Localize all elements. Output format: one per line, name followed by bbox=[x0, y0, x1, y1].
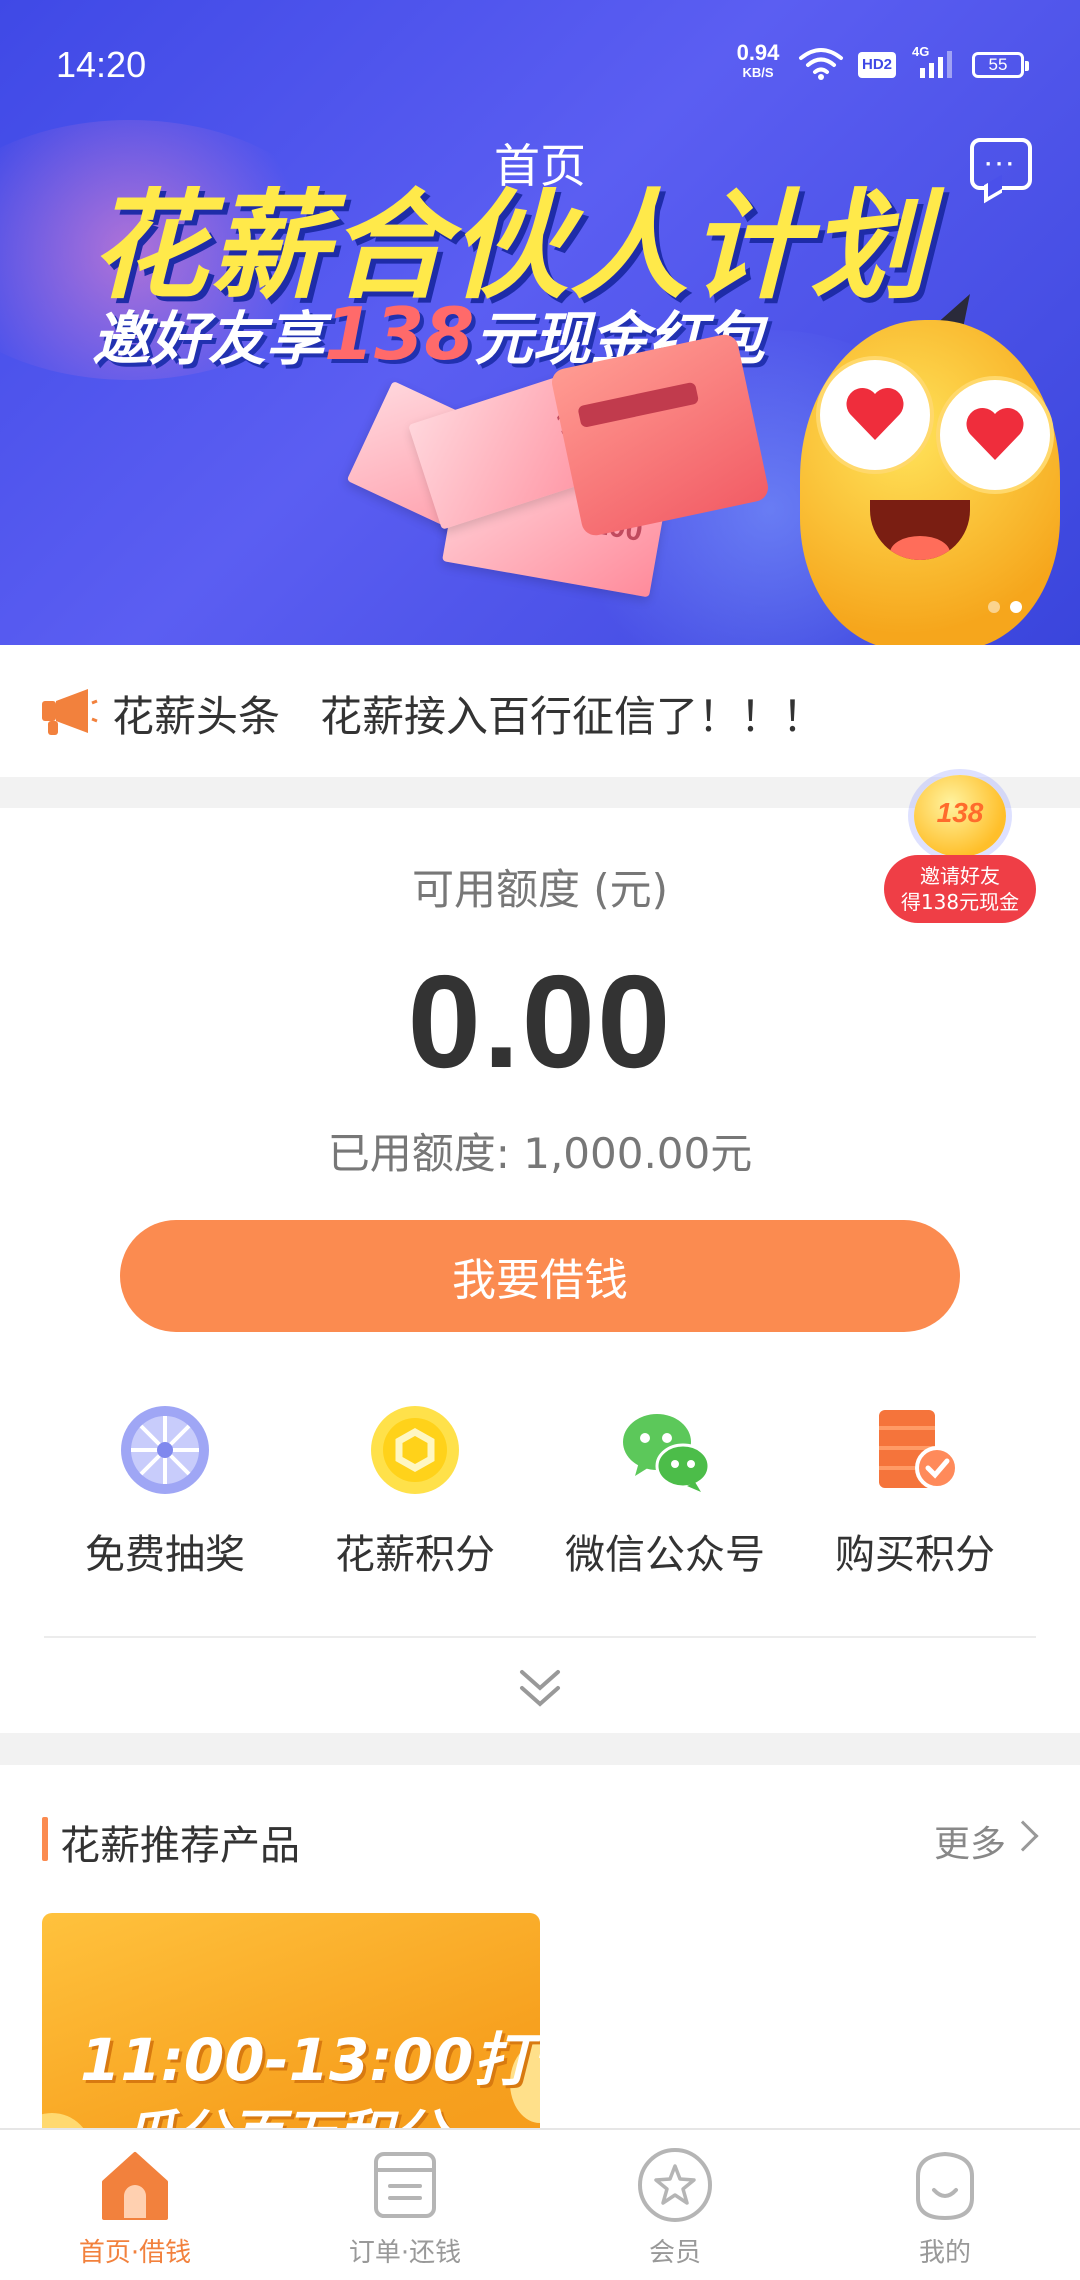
section-accent-bar bbox=[42, 1817, 48, 1861]
mascot-illustration bbox=[800, 320, 1060, 645]
credit-card: 可用额度 (元) 0.00 已用额度: 1,000.00元 我要借钱 免费抽奖 bbox=[0, 808, 1080, 1733]
hd-voice-icon: HD2 bbox=[858, 52, 896, 78]
section-title: 花薪推荐产品 bbox=[60, 1823, 300, 1869]
feature-lottery[interactable]: 免费抽奖 bbox=[40, 1404, 290, 1580]
cell-signal-icon: 4G bbox=[912, 44, 958, 82]
app-screen: 14:20 0.94 KB/S HD2 4G 55 首页 ··· 花薪合伙人计划… bbox=[0, 0, 1080, 2280]
hero-banner[interactable]: 14:20 0.94 KB/S HD2 4G 55 首页 ··· 花薪合伙人计划… bbox=[0, 0, 1080, 645]
prize-wheel-icon bbox=[121, 1406, 209, 1494]
more-link[interactable]: 更多 bbox=[934, 1815, 1006, 1867]
buy-points-icon bbox=[879, 1410, 959, 1490]
status-bar: 14:20 0.94 KB/S HD2 4G 55 bbox=[0, 0, 1080, 130]
available-credit-amount: 0.00 bbox=[407, 948, 673, 1095]
feature-label: 免费抽奖 bbox=[85, 1532, 245, 1578]
tab-label: 我的 bbox=[918, 2238, 971, 2268]
feature-grid: 免费抽奖 花薪积分 微信公众号 购买积分 bbox=[40, 1404, 1040, 1579]
order-icon bbox=[374, 2152, 436, 2218]
feature-label: 微信公众号 bbox=[565, 1532, 765, 1578]
banner-sub-amount: 138 bbox=[324, 292, 475, 376]
invite-badge-line2: 得138元现金 bbox=[900, 890, 1020, 914]
heart-eye-icon bbox=[820, 360, 930, 470]
wechat-icon bbox=[623, 1414, 711, 1492]
news-headline[interactable]: 花薪接入百行征信了！！！ bbox=[320, 683, 824, 744]
gold-coin-icon: 138 bbox=[914, 775, 1006, 857]
wifi-icon bbox=[799, 48, 843, 80]
tab-orders[interactable]: 订单·还钱 bbox=[270, 2130, 540, 2280]
page-dot-active bbox=[1010, 601, 1022, 613]
tab-membership[interactable]: 会员 bbox=[540, 2130, 810, 2280]
battery-icon: 55 bbox=[972, 52, 1029, 78]
invite-badge-tag: 邀请好友 得138元现金 bbox=[884, 855, 1036, 923]
status-time: 14:20 bbox=[56, 44, 147, 85]
page-dot bbox=[988, 601, 1000, 613]
tab-label: 首页·借钱 bbox=[78, 2238, 192, 2268]
chevron-double-down-icon[interactable] bbox=[516, 1666, 564, 1710]
tab-label: 会员 bbox=[648, 2238, 701, 2268]
feature-buy-points[interactable]: 购买积分 bbox=[790, 1404, 1040, 1580]
mascot-mouth bbox=[870, 500, 970, 560]
invite-badge[interactable]: 138 邀请好友 得138元现金 bbox=[884, 775, 1036, 925]
recommended-section: 花薪推荐产品 更多 11:00-13:00打卡 瓜分百万积分 bbox=[0, 1765, 1080, 2213]
news-ticker[interactable]: 花薪头条 花薪接入百行征信了！！！ bbox=[0, 645, 1080, 777]
home-icon bbox=[102, 2152, 168, 2220]
tab-profile[interactable]: 我的 bbox=[810, 2130, 1080, 2280]
profile-icon bbox=[916, 2151, 974, 2221]
feature-points[interactable]: 花薪积分 bbox=[290, 1404, 540, 1580]
bottom-tab-bar: 首页·借钱 订单·还钱 会员 我的 bbox=[0, 2128, 1080, 2280]
message-button[interactable]: ··· bbox=[970, 138, 1032, 190]
network-speed-unit: KB/S bbox=[742, 65, 774, 80]
tab-label: 订单·还钱 bbox=[348, 2238, 462, 2268]
feature-label: 花薪积分 bbox=[335, 1532, 495, 1578]
points-coin-icon bbox=[371, 1406, 459, 1494]
chat-bubble-icon: ··· bbox=[984, 154, 1018, 175]
network-speed: 0.94 KB/S bbox=[730, 40, 786, 80]
star-icon bbox=[638, 2148, 712, 2222]
banner-sub-prefix: 邀好友享 bbox=[92, 305, 325, 373]
borrow-button[interactable]: 我要借钱 bbox=[120, 1220, 960, 1332]
divider bbox=[44, 1636, 1036, 1638]
banner-pagination bbox=[978, 598, 1022, 617]
promo-line1: 11:00-13:00打卡 bbox=[80, 2026, 540, 2094]
chevron-right-icon[interactable] bbox=[1007, 1820, 1039, 1852]
invite-badge-line1: 邀请好友 bbox=[920, 864, 1000, 888]
feature-wechat[interactable]: 微信公众号 bbox=[540, 1404, 790, 1580]
megaphone-icon bbox=[42, 689, 98, 735]
feature-label: 购买积分 bbox=[835, 1532, 995, 1578]
news-brand: 花薪头条 bbox=[112, 692, 281, 741]
network-speed-value: 0.94 bbox=[736, 40, 780, 65]
tab-home[interactable]: 首页·借钱 bbox=[0, 2130, 270, 2280]
heart-eye-icon bbox=[940, 380, 1050, 490]
invite-badge-amount: 138 bbox=[936, 797, 984, 828]
used-credit-label: 已用额度: 1,000.00元 bbox=[327, 1129, 753, 1178]
